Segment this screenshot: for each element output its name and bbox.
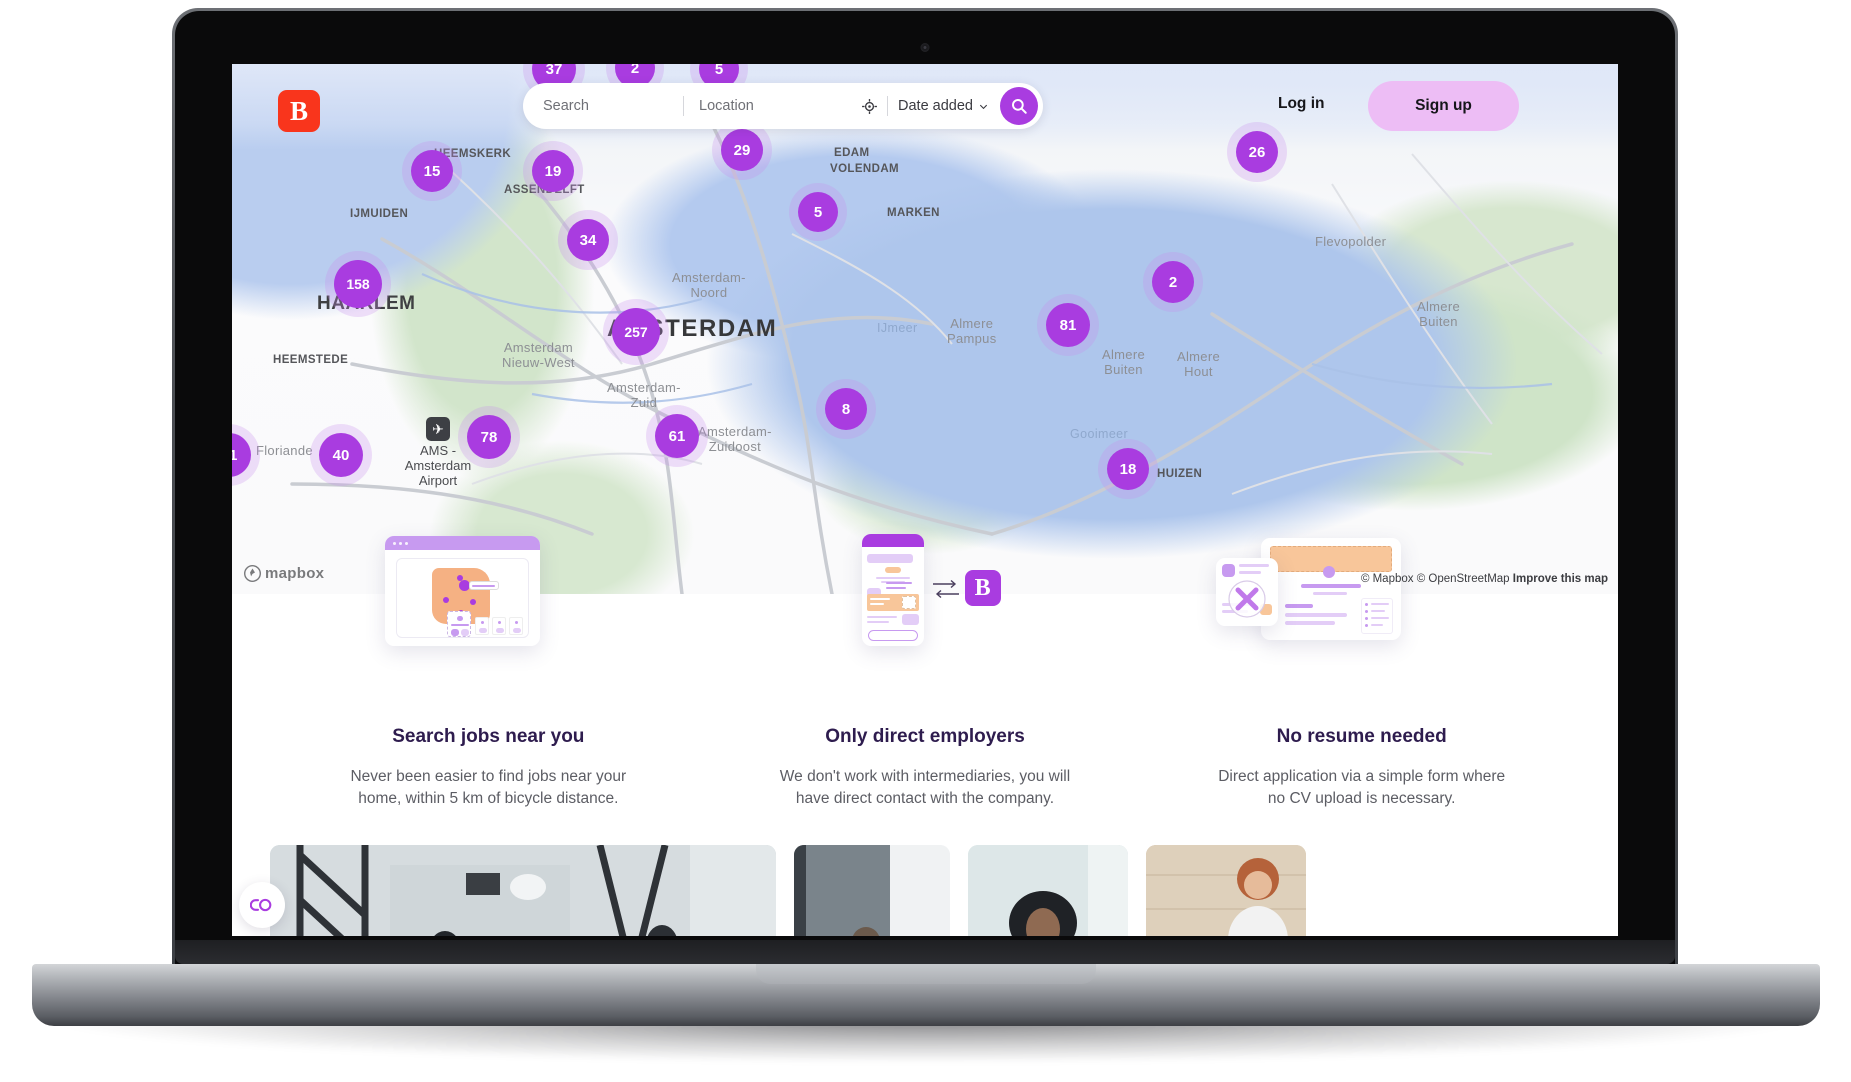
site-header: B Date added [232, 64, 1618, 150]
laptop-hinge [175, 940, 1675, 964]
brand-badge-icon: B [964, 570, 1001, 606]
window-titlebar [385, 536, 540, 550]
chat-widget-button[interactable] [239, 882, 285, 928]
chevron-down-icon [979, 104, 988, 109]
feature-card-no-resume: No resume needed Direct application via … [1143, 538, 1580, 811]
gallery-photo-4[interactable] [1146, 844, 1306, 936]
laptop-mockup-scene: HEEMSKERKASSENDELFTIJMUIDENEDAMVOLENDAMM… [0, 0, 1851, 1082]
map-marker-cluster[interactable]: 81 [1046, 303, 1090, 347]
feature-description: We don't work with intermediaries, you w… [779, 768, 1071, 808]
map-marker-cluster[interactable]: 19 [532, 150, 574, 192]
improve-map-link[interactable]: Improve this map [1513, 573, 1608, 585]
feature-title: No resume needed [1276, 726, 1447, 747]
map-marker-cluster[interactable]: 78 [467, 415, 511, 459]
photo-2-content [794, 844, 950, 936]
sort-dropdown[interactable]: Date added [898, 98, 989, 114]
features-section: Search jobs near you Never been easier t… [232, 534, 1618, 811]
feature-description: Never been easier to find jobs near your… [350, 768, 627, 808]
photo-1-content [270, 844, 776, 936]
webcam-icon [920, 43, 930, 52]
signup-button[interactable]: Sign up [1368, 81, 1519, 131]
feature-description: Direct application via a simple form whe… [1218, 768, 1506, 808]
brand-logo[interactable]: B [278, 90, 320, 132]
photo-3-content [968, 844, 1128, 936]
login-link[interactable]: Log in [1278, 95, 1325, 113]
feature-card-direct-employers: B Only direct employers We don't work wi… [707, 534, 1144, 811]
feature-card-search-jobs: Search jobs near you Never been easier t… [270, 536, 707, 811]
gallery-photo-3[interactable] [968, 844, 1128, 936]
sort-dropdown-label: Date added [898, 98, 973, 114]
gallery-photo-2[interactable] [794, 844, 950, 936]
map-marker-cluster[interactable]: 8 [825, 388, 867, 430]
location-input[interactable] [699, 83, 854, 129]
photo-4-content [1146, 844, 1306, 936]
airplane-icon: ✈ [426, 417, 450, 441]
map-window-illustration [270, 536, 707, 712]
map-marker-cluster[interactable]: 34 [567, 219, 609, 261]
map-marker-cluster[interactable]: 18 [1107, 448, 1149, 490]
map-attribution: © Mapbox © OpenStreetMap Improve this ma… [1361, 573, 1608, 585]
search-icon [1012, 99, 1027, 114]
crosshair-icon[interactable] [858, 95, 880, 117]
feature-title: Only direct employers [825, 726, 1025, 747]
search-button[interactable] [1000, 87, 1038, 125]
search-divider-1 [683, 96, 684, 116]
map-marker-cluster[interactable]: 2 [1152, 261, 1194, 303]
search-bar[interactable]: Date added [523, 83, 1043, 129]
no-resume-illustration [1143, 538, 1580, 712]
map-marker-cluster[interactable]: 5 [798, 192, 838, 232]
phone-handshake-illustration: B [707, 534, 1144, 712]
map-hero[interactable]: HEEMSKERKASSENDELFTIJMUIDENEDAMVOLENDAMM… [232, 64, 1618, 594]
search-divider-2 [887, 96, 888, 116]
search-input[interactable] [543, 83, 683, 129]
mapbox-wordmark: mapbox [265, 565, 325, 582]
gallery-photo-1[interactable] [270, 844, 776, 936]
cross-out-icon [1228, 580, 1266, 618]
attribution-text: © Mapbox © OpenStreetMap [1360, 573, 1510, 585]
mapbox-logo[interactable]: mapbox [244, 565, 324, 582]
laptop-screen: HEEMSKERKASSENDELFTIJMUIDENEDAMVOLENDAMM… [232, 64, 1618, 936]
mapbox-circle-icon [244, 565, 261, 582]
gallery-section [232, 844, 1618, 936]
map-marker-cluster[interactable]: 15 [411, 150, 453, 192]
exchange-arrows-icon [932, 579, 959, 599]
map-marker-cluster[interactable]: 257 [612, 308, 660, 356]
laptop-base [32, 964, 1820, 1026]
map-marker-cluster[interactable]: 61 [655, 414, 699, 458]
map-marker-cluster[interactable]: 40 [319, 433, 363, 477]
map-marker-cluster[interactable]: 158 [334, 260, 382, 308]
feature-title: Search jobs near you [392, 726, 585, 747]
chat-widget-icon [250, 898, 272, 912]
